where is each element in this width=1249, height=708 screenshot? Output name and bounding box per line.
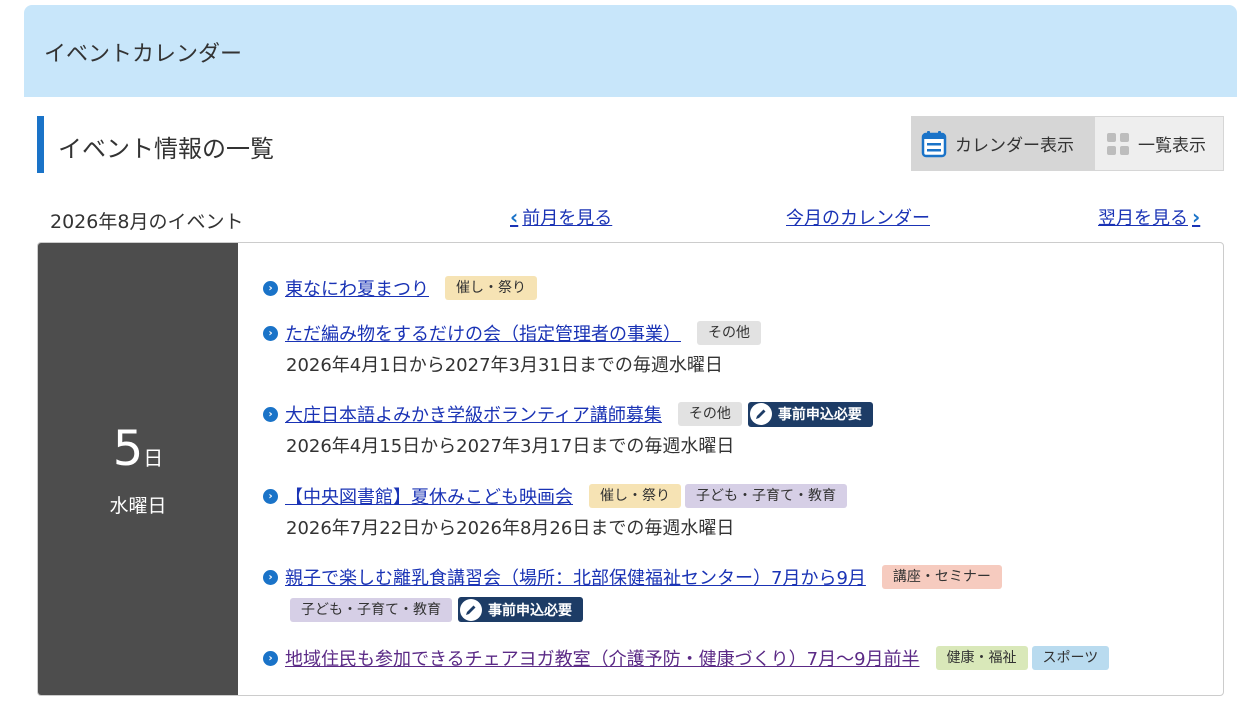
calendar-view-button[interactable]: カレンダー表示 (911, 116, 1095, 171)
day-number: 5 (112, 421, 144, 477)
event-item: › 【中央図書館】夏休みこども映画会 催し・祭り 子ども・子育て・教育 2026… (263, 482, 847, 540)
pen-icon (749, 403, 772, 425)
category-tag: 講座・セミナー (881, 565, 1002, 589)
registration-required-label: 事前申込必要 (488, 602, 572, 619)
category-tag: その他 (697, 321, 761, 345)
next-month-label: 翌月を見る (1098, 208, 1188, 229)
day-unit: 日 (143, 446, 164, 470)
chevron-circle-right-icon: › (263, 488, 278, 504)
event-link[interactable]: 【中央図書館】夏休みこども映画会 (285, 483, 573, 509)
calendar-view-label: カレンダー表示 (955, 136, 1074, 156)
this-month-link[interactable]: 今月のカレンダー (786, 204, 930, 230)
event-schedule: 2026年4月15日から2027年3月17日までの毎週水曜日 (286, 436, 735, 457)
registration-required-label: 事前申込必要 (777, 407, 862, 423)
page-header: イベントカレンダー (24, 5, 1237, 97)
event-link[interactable]: 親子で楽しむ離乳食講習会（場所：北部保健福祉センター）7月から9月 (285, 564, 866, 590)
page-title: イベントカレンダー (44, 42, 243, 67)
category-tag: 子ども・子育て・教育 (290, 597, 452, 622)
day-weekday: 水曜日 (109, 495, 167, 517)
category-tag: スポーツ (1031, 646, 1110, 670)
event-item: › 東なにわ夏まつり 催し・祭り (263, 274, 537, 302)
calendar-icon (921, 130, 947, 157)
this-month-label: 今月のカレンダー (786, 208, 930, 229)
event-schedule: 2026年7月22日から2026年8月26日までの毎週水曜日 (286, 518, 735, 539)
chevron-circle-right-icon: › (263, 280, 278, 296)
event-item: › 親子で楽しむ離乳食講習会（場所：北部保健福祉センター）7月から9月 講座・セ… (263, 563, 1002, 622)
day-column: 5日 水曜日 (38, 243, 238, 695)
chevron-circle-right-icon: › (263, 650, 278, 666)
month-label: 2026年8月のイベント (50, 211, 244, 233)
list-view-button[interactable]: 一覧表示 (1095, 116, 1224, 171)
list-view-label: 一覧表示 (1138, 136, 1206, 156)
event-item: › ただ編み物をするだけの会（指定管理者の事業） その他 2026年4月1日から… (263, 319, 761, 377)
registration-required-badge: 事前申込必要 (458, 597, 583, 622)
chevron-right-icon: › (1192, 205, 1201, 229)
prev-month-link[interactable]: ‹ 前月を見る (510, 204, 612, 230)
event-item: › 大庄日本語よみかき学級ボランティア講師募集 その他 事前申込必要 2026年… (263, 400, 873, 458)
category-tag: 健康・福祉 (935, 646, 1028, 670)
event-link[interactable]: 東なにわ夏まつり (285, 275, 429, 301)
registration-required-badge: 事前申込必要 (747, 401, 873, 427)
day-date: 5日 (38, 425, 238, 473)
pen-icon (460, 598, 482, 621)
section-title: イベント情報の一覧 (58, 135, 274, 163)
grid-icon (1107, 132, 1129, 155)
category-tag: その他 (677, 402, 742, 426)
chevron-circle-right-icon: › (263, 325, 278, 341)
event-schedule: 2026年4月1日から2027年3月31日までの毎週水曜日 (286, 355, 723, 376)
view-toggle: カレンダー表示 一覧表示 (911, 116, 1224, 171)
event-link[interactable]: ただ編み物をするだけの会（指定管理者の事業） (285, 320, 681, 346)
chevron-circle-right-icon: › (263, 569, 278, 585)
prev-month-label: 前月を見る (522, 208, 613, 229)
chevron-left-icon: ‹ (510, 205, 519, 229)
section-heading: イベント情報の一覧 (37, 116, 274, 173)
next-month-link[interactable]: 翌月を見る › (1098, 204, 1200, 230)
event-item: › 地域住民も参加できるチェアヨガ教室（介護予防・健康づくり）7月～9月前半 健… (263, 644, 1110, 672)
category-tag: 催し・祭り (445, 276, 537, 300)
event-link[interactable]: 大庄日本語よみかき学級ボランティア講師募集 (285, 401, 662, 427)
day-events-box: 5日 水曜日 › 東なにわ夏まつり 催し・祭り › ただ編み物をするだけの会（指… (37, 242, 1224, 696)
event-link[interactable]: 地域住民も参加できるチェアヨガ教室（介護予防・健康づくり）7月～9月前半 (285, 645, 920, 671)
category-tag: 子ども・子育て・教育 (685, 484, 847, 508)
category-tag: 催し・祭り (589, 484, 681, 508)
chevron-circle-right-icon: › (263, 406, 278, 422)
